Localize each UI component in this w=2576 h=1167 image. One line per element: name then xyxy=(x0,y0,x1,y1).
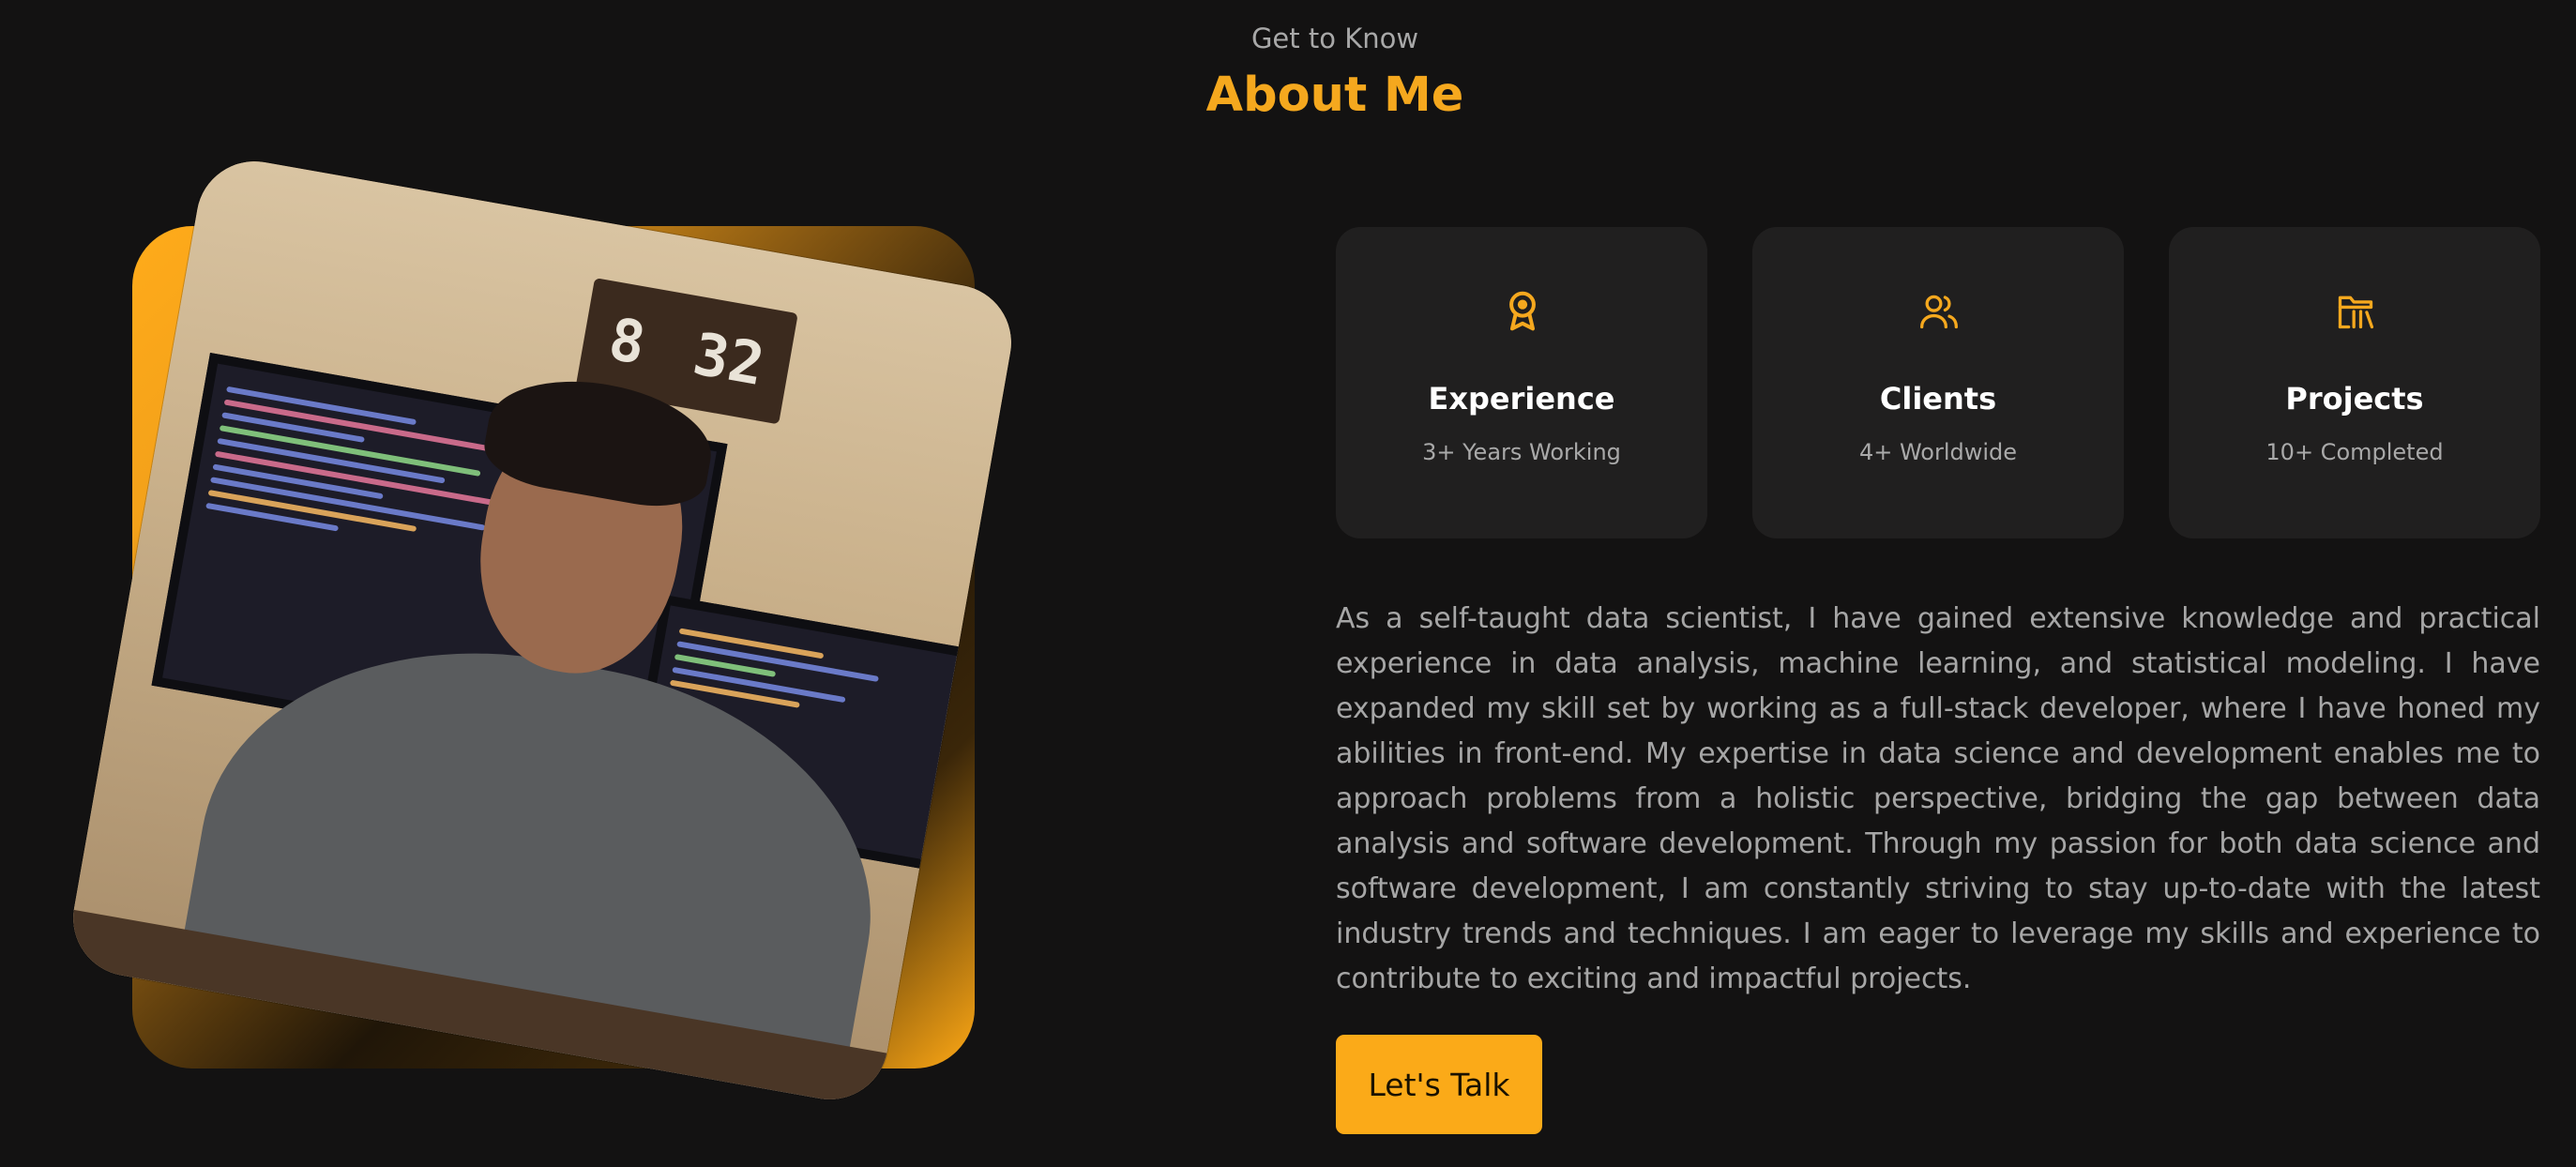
profile-photo: 8 32 xyxy=(64,152,1021,1109)
card-experience: Experience 3+ Years Working xyxy=(1336,227,1707,538)
card-title: Projects xyxy=(2285,381,2424,417)
clock-minute: 32 xyxy=(688,318,770,399)
users-icon xyxy=(1920,295,1958,329)
card-projects: Projects 10+ Completed xyxy=(2169,227,2540,538)
lets-talk-button[interactable]: Let's Talk xyxy=(1336,1035,1542,1134)
card-clients: Clients 4+ Worldwide xyxy=(1752,227,2124,538)
card-title: Clients xyxy=(1879,381,1997,417)
card-title: Experience xyxy=(1428,381,1615,417)
about-section: Get to Know About Me 8 32 Experience 3+ … xyxy=(0,0,2576,1167)
section-kicker: Get to Know xyxy=(1250,23,1419,54)
about-paragraph: As a self-taught data scientist, I have … xyxy=(1336,602,2540,995)
card-subtitle: 10+ Completed xyxy=(2265,439,2444,465)
card-subtitle: 3+ Years Working xyxy=(1422,439,1621,465)
section-title: About Me xyxy=(1205,68,1464,123)
folder-library-icon xyxy=(2338,296,2374,329)
award-icon xyxy=(1509,291,1536,331)
card-subtitle: 4+ Worldwide xyxy=(1858,439,2018,465)
clock-hour: 8 xyxy=(603,303,651,378)
stats-cards: Experience 3+ Years Working Clients 4+ W… xyxy=(1336,227,2540,538)
